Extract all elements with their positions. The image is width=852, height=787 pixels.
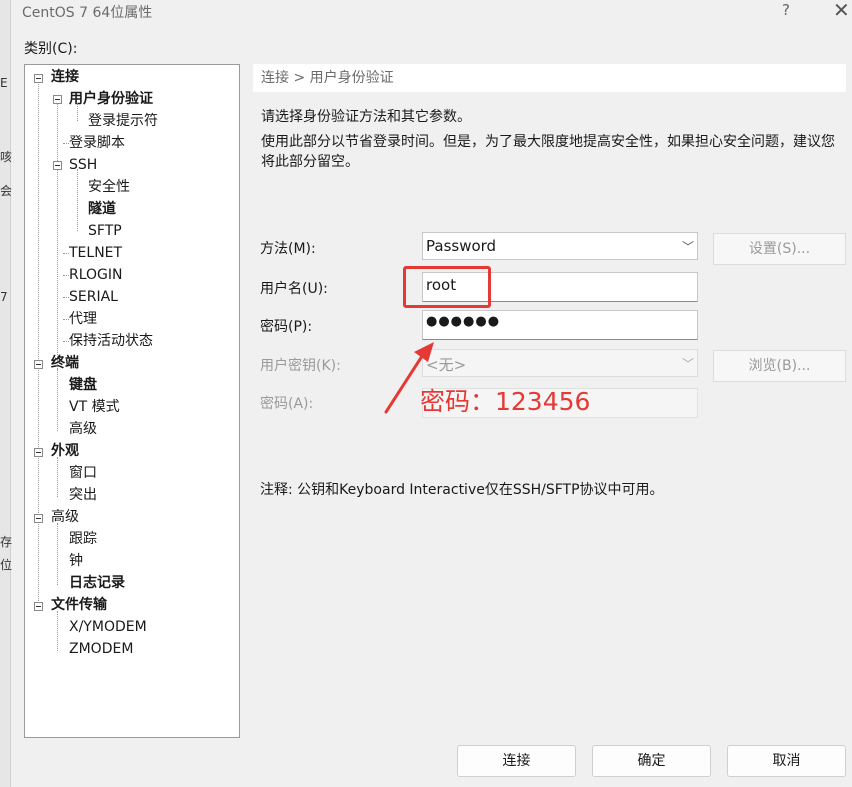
chevron-down-icon[interactable]: ﹀: [682, 355, 694, 372]
expander-icon[interactable]: [34, 602, 43, 611]
tree-item-user-auth[interactable]: 用户身份验证: [69, 89, 153, 109]
tree-connector: [57, 457, 58, 497]
password-value: ●●●●●●: [426, 314, 501, 329]
tree-item-advanced[interactable]: 高级: [51, 507, 79, 527]
passphrase-label: 密码(A):: [260, 396, 314, 412]
title-bar: CentOS 7 64位属性 ? ✕: [10, 0, 852, 24]
description-text: 使用此部分以节省登录时间。但是，为了最大限度地提高安全性，如果担心安全问题，建议…: [261, 134, 835, 170]
method-value: Password: [426, 237, 497, 255]
connect-button[interactable]: 连接: [457, 745, 576, 777]
tree-item-vt-mode[interactable]: VT 模式: [69, 397, 120, 417]
window-title: CentOS 7 64位属性: [22, 5, 153, 21]
tree-item-logging[interactable]: 日志记录: [69, 573, 125, 593]
ok-button[interactable]: 确定: [592, 745, 711, 777]
intro-text: 请选择身份验证方法和其它参数。: [261, 109, 471, 125]
background-glyph: 会: [0, 184, 13, 198]
expander-icon[interactable]: [34, 514, 43, 523]
tree-connector: [38, 81, 39, 605]
settings-button[interactable]: 设置(S)...: [713, 233, 846, 265]
tree-connector: [57, 611, 58, 651]
expander-icon[interactable]: [53, 161, 62, 170]
breadcrumb: 连接 > 用户身份验证: [253, 64, 846, 92]
expander-icon[interactable]: [34, 360, 43, 369]
background-glyph: 位: [0, 558, 13, 572]
tree-item-login-script[interactable]: 登录脚本: [69, 133, 125, 153]
background-glyph: 7: [0, 290, 8, 304]
background-window-strip: [0, 0, 11, 787]
category-tree[interactable]: 连接 用户身份验证 登录提示符 登录脚本 SSH 安全性 隧道 SFTP TEL…: [24, 64, 240, 738]
annotation-highlight-box: [403, 266, 491, 308]
password-label: 密码(P):: [260, 319, 313, 335]
tree-item-terminal-advanced[interactable]: 高级: [69, 419, 97, 439]
tree-item-proxy[interactable]: 代理: [69, 309, 97, 329]
tree-item-serial[interactable]: SERIAL: [69, 287, 118, 307]
chevron-down-icon[interactable]: ﹀: [682, 238, 694, 255]
tree-item-tunnel[interactable]: 隧道: [88, 199, 116, 219]
tree-connector: [57, 369, 58, 431]
tree-item-keyboard[interactable]: 键盘: [69, 375, 97, 395]
tree-item-bell[interactable]: 钟: [69, 551, 83, 571]
tree-item-highlight[interactable]: 突出: [69, 485, 97, 505]
tree-item-ssh[interactable]: SSH: [69, 155, 97, 175]
tree-item-keepalive[interactable]: 保持活动状态: [69, 331, 153, 351]
tree-item-zmodem[interactable]: ZMODEM: [69, 639, 133, 659]
tree-connector: [57, 523, 58, 585]
note-text: 注释: 公钥和Keyboard Interactive仅在SSH/SFTP协议中…: [260, 482, 664, 498]
tree-item-sftp[interactable]: SFTP: [88, 221, 122, 241]
expander-icon[interactable]: [53, 95, 62, 104]
background-glyph: 咳: [0, 150, 13, 164]
background-glyph: 存: [0, 535, 13, 549]
tree-item-security[interactable]: 安全性: [88, 177, 130, 197]
tree-item-file-transfer[interactable]: 文件传输: [51, 595, 107, 615]
tree-item-terminal[interactable]: 终端: [51, 353, 79, 373]
tree-item-telnet[interactable]: TELNET: [69, 243, 122, 263]
annotation-text: 密码：123456: [420, 387, 591, 416]
tree-item-connection[interactable]: 连接: [51, 67, 79, 87]
username-label: 用户名(U):: [260, 281, 328, 297]
browse-button[interactable]: 浏览(B)...: [713, 350, 846, 382]
tree-item-trace[interactable]: 跟踪: [69, 529, 97, 549]
tree-connector: [57, 103, 58, 373]
expander-icon[interactable]: [34, 448, 43, 457]
method-label: 方法(M):: [260, 241, 316, 257]
tree-connector: [77, 169, 78, 231]
expander-icon[interactable]: [34, 74, 43, 83]
category-label: 类别(C):: [24, 41, 78, 57]
tree-item-login-prompt[interactable]: 登录提示符: [88, 111, 158, 131]
close-button[interactable]: ✕: [833, 0, 850, 22]
tree-item-rlogin[interactable]: RLOGIN: [69, 265, 123, 285]
cancel-button[interactable]: 取消: [727, 745, 846, 777]
user-key-label: 用户密钥(K):: [260, 358, 341, 374]
tree-item-window[interactable]: 窗口: [69, 463, 97, 483]
help-button[interactable]: ?: [782, 1, 790, 19]
tree-item-appearance[interactable]: 外观: [51, 441, 79, 461]
tree-item-xymodem[interactable]: X/YMODEM: [69, 617, 147, 637]
background-glyph: E: [0, 76, 8, 90]
